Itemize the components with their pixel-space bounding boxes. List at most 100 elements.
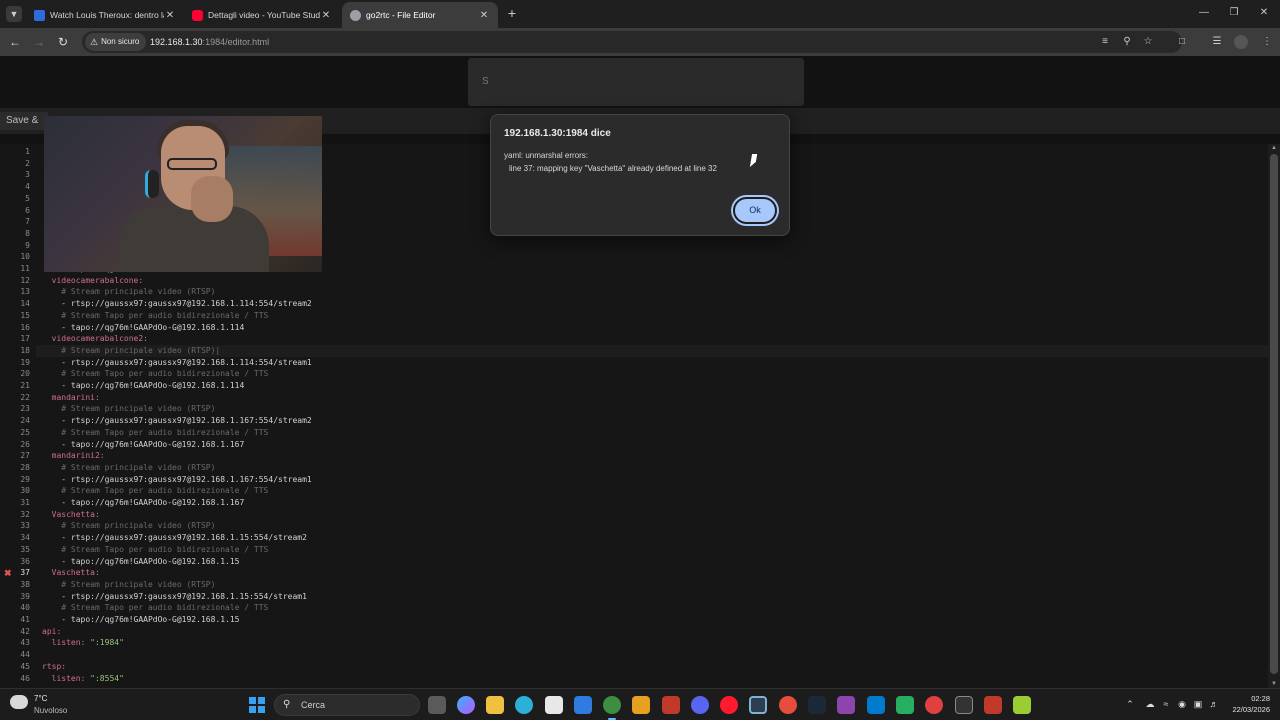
taskbar-search-box[interactable]: ⚲ Cerca xyxy=(274,694,420,716)
code-line[interactable]: # Stream principale video (RTSP) xyxy=(42,286,742,298)
code-line[interactable]: # Stream Tapo per audio bidirezionale / … xyxy=(42,602,742,614)
tab-youtube-studio[interactable]: Dettagli video - YouTube Studio ✕ xyxy=(184,2,340,28)
zoom-icon[interactable]: ⚲ xyxy=(1120,35,1134,49)
edge-icon[interactable] xyxy=(515,696,533,714)
volume-icon[interactable]: ♬ xyxy=(1208,698,1220,710)
code-line[interactable]: # Stream Tapo per audio bidirezionale / … xyxy=(42,544,742,556)
address-bar[interactable]: ⚠ Non sicuro 192.168.1.30:1984/editor.ht… xyxy=(82,31,1182,53)
outlook-icon[interactable] xyxy=(574,696,592,714)
media-controls-icon[interactable]: ☰ xyxy=(1210,35,1224,49)
save-and-restart-button[interactable]: Save & xyxy=(0,112,48,130)
code-line[interactable]: # Stream Tapo per audio bidirezionale / … xyxy=(42,485,742,497)
cloud-sync-icon[interactable]: ☁ xyxy=(1144,698,1156,710)
chrome-icon[interactable] xyxy=(603,696,621,720)
close-window-icon[interactable]: ✕ xyxy=(1258,7,1270,18)
new-tab-button[interactable]: + xyxy=(505,6,519,20)
app-purple-icon[interactable] xyxy=(837,696,855,714)
site-security-chip[interactable]: ⚠ Non sicuro xyxy=(85,33,147,51)
code-line[interactable]: listen: ":1984" xyxy=(42,637,742,649)
code-line[interactable]: Vaschetta: xyxy=(42,509,742,521)
app-green-icon[interactable] xyxy=(1013,696,1031,714)
network-icon[interactable]: ▣ xyxy=(1192,698,1204,710)
code-line[interactable]: - rtsp://gaussx97:gaussx97@192.168.1.114… xyxy=(42,357,742,369)
sublime-icon[interactable] xyxy=(632,696,650,714)
code-line[interactable]: # Stream principale video (RTSP) xyxy=(42,462,742,474)
code-line[interactable]: # Stream principale video (RTSP) xyxy=(42,520,742,532)
error-marker-icon[interactable]: ✖ xyxy=(4,568,13,578)
app-media-icon[interactable] xyxy=(984,696,1002,714)
discord-icon[interactable] xyxy=(691,696,709,714)
back-button[interactable]: ← xyxy=(8,35,22,49)
code-line[interactable]: # Stream Tapo per audio bidirezionale / … xyxy=(42,427,742,439)
wifi-icon[interactable]: ≈ xyxy=(1160,698,1172,710)
restore-icon[interactable]: ❐ xyxy=(1228,7,1240,18)
vscode-icon[interactable] xyxy=(867,696,885,714)
extensions-icon[interactable]: □ xyxy=(1175,35,1189,49)
line-number: 42 xyxy=(20,626,30,636)
code-line[interactable]: - tapo://qg76m!GAAPdOo-G@192.168.1.15 xyxy=(42,614,742,626)
code-line[interactable]: - rtsp://gaussx97:gaussx97@192.168.1.15:… xyxy=(42,532,742,544)
ok-button[interactable]: Ok xyxy=(733,197,777,224)
code-line[interactable]: mandarini: xyxy=(42,392,742,404)
scroll-down-icon[interactable]: ▼ xyxy=(1270,680,1278,688)
line-number: 10 xyxy=(20,252,30,262)
weather-widget[interactable]: 7°C Nuvoloso xyxy=(10,692,90,718)
code-line[interactable]: # Stream Tapo per audio bidirezionale / … xyxy=(42,310,742,322)
code-line[interactable]: videocamerabalcone: xyxy=(42,275,742,287)
close-tab-icon[interactable]: ✕ xyxy=(164,10,176,21)
code-line[interactable]: mandarini2: xyxy=(42,450,742,462)
bookmark-star-icon[interactable]: ☆ xyxy=(1141,35,1155,49)
opera-icon[interactable] xyxy=(720,696,738,714)
code-line[interactable]: - tapo://qg76m!GAAPdOo-G@192.168.1.167 xyxy=(42,497,742,509)
mic-icon[interactable]: ◉ xyxy=(1176,698,1188,710)
tab-go2rtc-editor[interactable]: go2rtc - File Editor ✕ xyxy=(342,2,498,28)
code-token: - tapo://qg76m!GAAPdOo-G@192.168.1.114 xyxy=(42,381,245,390)
store-icon[interactable] xyxy=(545,696,563,714)
code-line[interactable]: - rtsp://gaussx97:gaussx97@192.168.1.167… xyxy=(42,474,742,486)
app-l-icon[interactable] xyxy=(749,696,767,714)
task-view-icon[interactable] xyxy=(428,696,446,714)
code-line[interactable] xyxy=(42,649,742,661)
scroll-up-icon[interactable]: ▲ xyxy=(1270,144,1278,152)
terminal-icon[interactable] xyxy=(955,696,973,714)
scrollbar-thumb[interactable] xyxy=(1270,154,1278,674)
reload-button[interactable]: ↻ xyxy=(56,35,70,49)
minimize-icon[interactable]: — xyxy=(1198,7,1210,18)
editor-scrollbar[interactable]: ▲ ▼ xyxy=(1268,144,1280,688)
tray-chevron-icon[interactable]: ⌃ xyxy=(1124,698,1136,710)
app-red-icon[interactable] xyxy=(779,696,797,714)
code-line[interactable]: # Stream principale video (RTSP)| xyxy=(42,345,742,357)
profile-avatar[interactable] xyxy=(1234,35,1248,49)
file-explorer-icon[interactable] xyxy=(486,696,504,714)
code-line[interactable]: - tapo://qg76m!GAAPdOo-G@192.168.1.167 xyxy=(42,439,742,451)
line-number: 7 xyxy=(25,217,30,227)
notepadpp-icon[interactable] xyxy=(896,696,914,714)
steam-icon[interactable] xyxy=(808,696,826,714)
code-line[interactable]: # Stream principale video (RTSP) xyxy=(42,403,742,415)
tab-louis-theroux[interactable]: Watch Louis Theroux: dentro la ✕ xyxy=(26,2,184,28)
browser-menu-icon[interactable]: ⋮ xyxy=(1260,35,1274,49)
recorder-icon[interactable] xyxy=(925,696,943,714)
code-line[interactable]: # Stream principale video (RTSP) xyxy=(42,579,742,591)
code-line[interactable]: - rtsp://gaussx97:gaussx97@192.168.1.114… xyxy=(42,298,742,310)
copilot-icon[interactable] xyxy=(457,696,475,714)
code-line[interactable]: videocamerabalcone2: xyxy=(42,333,742,345)
code-line[interactable]: Vaschetta: xyxy=(42,567,742,579)
code-line[interactable]: # Stream Tapo per audio bidirezionale / … xyxy=(42,368,742,380)
code-line[interactable]: - rtsp://gaussx97:gaussx97@192.168.1.167… xyxy=(42,415,742,427)
code-line[interactable]: - rtsp://gaussx97:gaussx97@192.168.1.15:… xyxy=(42,591,742,603)
close-tab-icon[interactable]: ✕ xyxy=(320,10,332,21)
code-line[interactable]: listen: ":8554" xyxy=(42,673,742,685)
forward-button[interactable]: → xyxy=(32,35,46,49)
tab-search-button[interactable]: ▼ xyxy=(6,6,22,22)
start-button-icon[interactable] xyxy=(249,697,265,713)
taskbar-clock[interactable]: 02:28 22/03/2026 xyxy=(1226,693,1270,715)
code-line[interactable]: rtsp: xyxy=(42,661,742,673)
code-line[interactable]: - tapo://qg76m!GAAPdOo-G@192.168.1.114 xyxy=(42,380,742,392)
code-line[interactable]: api: xyxy=(42,626,742,638)
translate-icon[interactable]: ≡ xyxy=(1098,35,1112,49)
close-tab-icon[interactable]: ✕ xyxy=(478,10,490,21)
code-line[interactable]: - tapo://qg76m!GAAPdOo-G@192.168.1.15 xyxy=(42,556,742,568)
filezilla-icon[interactable] xyxy=(662,696,680,714)
code-line[interactable]: - tapo://qg76m!GAAPdOo-G@192.168.1.114 xyxy=(42,322,742,334)
